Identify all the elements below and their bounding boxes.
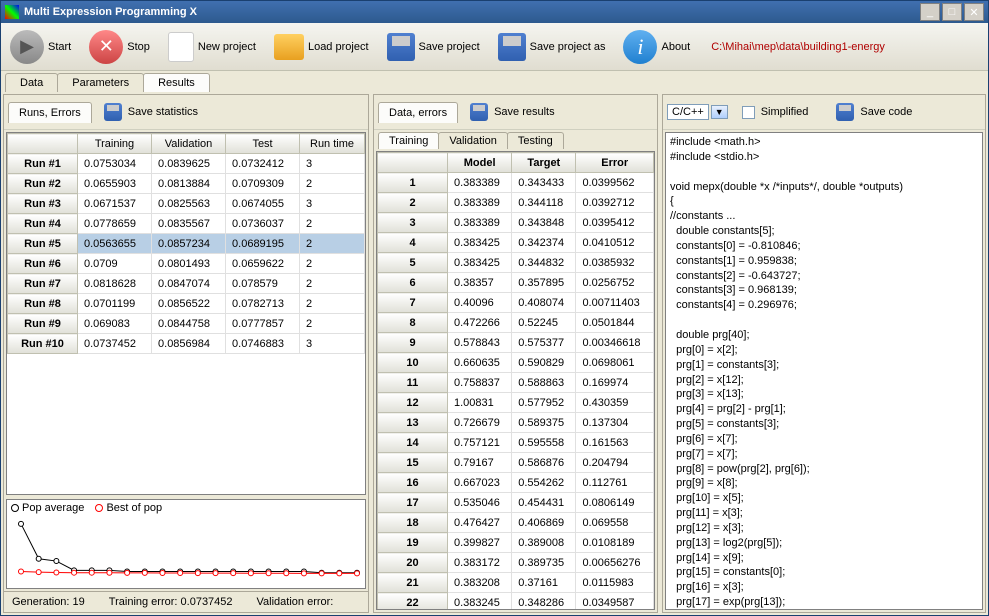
col-header[interactable]: [378, 153, 448, 173]
table-row[interactable]: 110.7588370.5888630.169974: [378, 373, 654, 393]
stop-icon: [89, 30, 123, 64]
col-header[interactable]: Model: [448, 153, 512, 173]
table-row[interactable]: 20.3833890.3441180.0392712: [378, 193, 654, 213]
start-button[interactable]: Start: [5, 26, 82, 68]
save-project-button[interactable]: Save project: [382, 26, 491, 68]
window-title: Multi Expression Programming X: [24, 6, 920, 18]
table-row[interactable]: Run #50.05636550.08572340.06891952: [8, 234, 365, 254]
info-icon: [623, 30, 657, 64]
runs-errors-tab[interactable]: Runs, Errors: [8, 102, 92, 123]
language-select[interactable]: C/C++: [667, 104, 709, 120]
chevron-down-icon[interactable]: ▼: [711, 105, 728, 119]
table-row[interactable]: Run #40.07786590.08355670.07360372: [8, 214, 365, 234]
data-errors-panel: Data, errors Save results Training Valid…: [373, 94, 658, 613]
tab-data[interactable]: Data: [5, 73, 58, 92]
save-project-as-button[interactable]: Save project as: [493, 26, 617, 68]
minimize-button[interactable]: _: [920, 3, 940, 21]
about-button[interactable]: About: [618, 26, 701, 68]
table-row[interactable]: 30.3833890.3438480.0395412: [378, 213, 654, 233]
floppy-icon: [387, 33, 415, 61]
floppy-icon: [470, 103, 488, 121]
table-row[interactable]: Run #10.07530340.08396250.07324123: [8, 154, 365, 174]
table-row[interactable]: 100.6606350.5908290.0698061: [378, 353, 654, 373]
col-header[interactable]: Target: [512, 153, 576, 173]
table-row[interactable]: Run #80.07011990.08565220.07827132: [8, 294, 365, 314]
load-project-button[interactable]: Load project: [269, 26, 380, 68]
results-grid[interactable]: ModelTargetError10.3833890.3434330.03995…: [376, 151, 655, 610]
table-row[interactable]: Run #30.06715370.08255630.06740553: [8, 194, 365, 214]
subtab-training[interactable]: Training: [378, 132, 439, 149]
col-header[interactable]: Run time: [300, 134, 365, 154]
table-row[interactable]: 160.6670230.5542620.112761: [378, 473, 654, 493]
save-statistics-button[interactable]: Save statistics: [94, 99, 208, 125]
table-row[interactable]: 70.400960.4080740.00711403: [378, 293, 654, 313]
main-toolbar: Start Stop New project Load project Save…: [1, 23, 988, 71]
table-row[interactable]: 220.3832450.3482860.0349587: [378, 593, 654, 611]
table-row[interactable]: 130.7266790.5893750.137304: [378, 413, 654, 433]
main-tabs: Data Parameters Results: [1, 71, 988, 92]
table-row[interactable]: 50.3834250.3448320.0385932: [378, 253, 654, 273]
table-row[interactable]: 210.3832080.371610.0115983: [378, 573, 654, 593]
col-header[interactable]: Error: [576, 153, 654, 173]
table-row[interactable]: 90.5788430.5753770.00346618: [378, 333, 654, 353]
col-header[interactable]: Validation: [152, 134, 226, 154]
floppy-icon: [104, 103, 122, 121]
table-row[interactable]: Run #70.08186280.08470740.0785792: [8, 274, 365, 294]
code-output[interactable]: #include <math.h> #include <stdio.h> voi…: [665, 132, 983, 610]
table-row[interactable]: 170.5350460.4544310.0806149: [378, 493, 654, 513]
simplified-checkbox[interactable]: [742, 106, 755, 119]
close-button[interactable]: ✕: [964, 3, 984, 21]
new-file-icon: [168, 32, 194, 62]
tab-results[interactable]: Results: [143, 73, 210, 92]
error-chart: Pop average Best of pop: [6, 499, 366, 589]
table-row[interactable]: 80.4722660.522450.0501844: [378, 313, 654, 333]
table-row[interactable]: 190.3998270.3890080.0108189: [378, 533, 654, 553]
new-project-button[interactable]: New project: [163, 26, 267, 68]
titlebar: Multi Expression Programming X _ □ ✕: [1, 1, 988, 23]
table-row[interactable]: 40.3834250.3423740.0410512: [378, 233, 654, 253]
col-header[interactable]: [8, 134, 78, 154]
table-row[interactable]: Run #100.07374520.08569840.07468833: [8, 334, 365, 354]
col-header[interactable]: Test: [226, 134, 300, 154]
table-row[interactable]: 10.3833890.3434330.0399562: [378, 173, 654, 193]
table-row[interactable]: Run #90.0690830.08447580.07778572: [8, 314, 365, 334]
table-row[interactable]: Run #60.07090.08014930.06596222: [8, 254, 365, 274]
simplified-label: Simplified: [761, 106, 809, 118]
table-row[interactable]: 140.7571210.5955580.161563: [378, 433, 654, 453]
table-row[interactable]: 60.383570.3578950.0256752: [378, 273, 654, 293]
save-code-button[interactable]: Save code: [826, 99, 922, 125]
runs-panel: Runs, Errors Save statistics TrainingVal…: [3, 94, 369, 613]
maximize-button[interactable]: □: [942, 3, 962, 21]
table-row[interactable]: Run #20.06559030.08138840.07093092: [8, 174, 365, 194]
code-panel: C/C++▼ Simplified Save code #include <ma…: [662, 94, 986, 613]
data-errors-tab[interactable]: Data, errors: [378, 102, 458, 123]
col-header[interactable]: Training: [78, 134, 152, 154]
subtab-validation[interactable]: Validation: [438, 132, 508, 149]
floppy-icon: [836, 103, 854, 121]
app-icon: [5, 5, 19, 19]
table-row[interactable]: 180.4764270.4068690.069558: [378, 513, 654, 533]
table-row[interactable]: 121.008310.5779520.430359: [378, 393, 654, 413]
stop-button[interactable]: Stop: [84, 26, 161, 68]
table-row[interactable]: 200.3831720.3897350.00656276: [378, 553, 654, 573]
project-path: C:\Mihai\mep\data\building1-energy: [703, 41, 893, 53]
save-results-button[interactable]: Save results: [460, 99, 565, 125]
runs-grid[interactable]: TrainingValidationTestRun timeRun #10.07…: [6, 132, 366, 495]
table-row[interactable]: 150.791670.5868760.204794: [378, 453, 654, 473]
status-bar: Generation: 19 Training error: 0.0737452…: [4, 591, 368, 612]
play-icon: [10, 30, 44, 64]
floppy-icon: [498, 33, 526, 61]
subtab-testing[interactable]: Testing: [507, 132, 564, 149]
tab-parameters[interactable]: Parameters: [57, 73, 144, 92]
folder-open-icon: [274, 34, 304, 60]
